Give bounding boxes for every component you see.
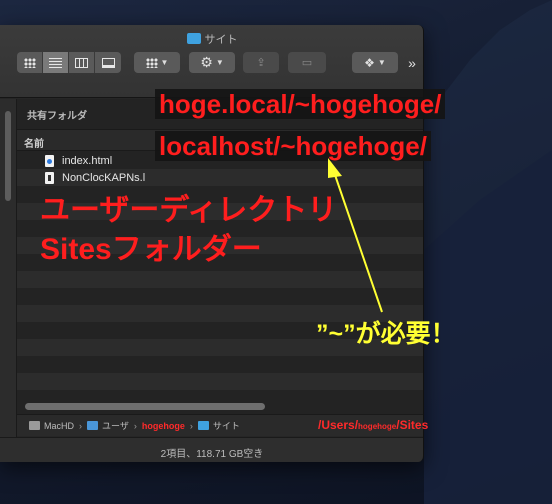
path-user: hogehoge (358, 422, 397, 431)
dropbox-icon: ❖ (364, 55, 375, 70)
path-suffix: /Sites (396, 418, 429, 432)
chevron-down-icon: ▼ (377, 58, 386, 67)
path-separator: › (79, 420, 83, 431)
user-directory-label: ユーザーディレクトリ (40, 194, 338, 227)
tag-icon: ▭ (301, 57, 313, 69)
column-view-button[interactable] (69, 52, 95, 73)
horizontal-scrollbar[interactable] (25, 403, 265, 410)
chevron-down-icon: ▼ (215, 58, 224, 67)
path-separator: › (189, 420, 193, 431)
sites-folder-label: Sitesフォルダー (40, 233, 262, 266)
toolbar: サイト ▼ ⚙ ▼ ⇪ ▭ ❖ ▼ » (0, 25, 423, 98)
gallery-view-button[interactable] (95, 52, 121, 73)
status-text: 2項目、118.71 GB空き (160, 449, 264, 460)
more-icon: » (408, 54, 416, 71)
tags-button[interactable]: ▭ (288, 52, 326, 73)
action-button[interactable]: ⚙ ▼ (189, 52, 235, 73)
path-item-label: ユーザ (102, 421, 129, 431)
sidebar (0, 99, 17, 440)
path-item-users[interactable]: ユーザ (87, 419, 129, 432)
file-rows: index.html NonClocKAPNs.l (17, 152, 423, 407)
path-item-machd[interactable]: MacHD (29, 421, 74, 431)
icon-view-button[interactable] (17, 52, 43, 73)
empty-row (17, 288, 423, 305)
empty-row (17, 373, 423, 390)
tilde-required-note: ”~”が必要！ (316, 320, 456, 348)
disk-icon (29, 421, 40, 430)
path-item-label: MacHD (44, 420, 75, 431)
grid-icon (23, 57, 36, 68)
html-file-icon (45, 154, 54, 167)
view-mode-control (17, 52, 121, 73)
group-button[interactable]: ▼ (134, 52, 180, 73)
sidebar-scrollbar[interactable] (5, 111, 11, 201)
window-title-label: サイト (204, 34, 238, 46)
chevron-down-icon: ▼ (160, 58, 169, 67)
dropbox-button[interactable]: ❖ ▼ (352, 52, 398, 73)
group-icon (145, 57, 158, 68)
url-annotation-line1: hoge.local/~hogehoge/ (155, 89, 446, 119)
list-item[interactable]: NonClocKAPNs.l (17, 169, 423, 186)
columns-icon (75, 57, 88, 68)
url-annotation-line2: localhost/~hogehoge/ (155, 131, 431, 161)
path-prefix: /Users/ (318, 418, 359, 432)
window-title: サイト (0, 31, 423, 47)
sites-path-annotation: /Users/hogehoge/Sites (318, 418, 428, 432)
path-item-label: hogehoge (141, 420, 185, 431)
gear-icon: ⚙ (200, 54, 213, 70)
share-icon: ⇪ (256, 57, 266, 69)
binary-file-icon (45, 171, 54, 184)
file-name: index.html (62, 154, 113, 167)
gallery-icon (101, 57, 115, 68)
folder-icon (186, 33, 201, 44)
list-view-button[interactable] (43, 52, 69, 73)
path-item-site[interactable]: サイト (197, 419, 240, 432)
toolbar-overflow-button[interactable]: » (403, 52, 421, 73)
status-bar: 2項目、118.71 GB空き (0, 437, 423, 462)
share-button[interactable]: ⇪ (243, 52, 279, 73)
path-separator: › (133, 420, 137, 431)
home-folder-icon (87, 421, 99, 430)
empty-row (17, 271, 423, 288)
folder-icon (197, 421, 209, 430)
empty-row (17, 356, 423, 373)
path-item-label: サイト (212, 421, 240, 431)
file-name: NonClocKAPNs.l (62, 171, 146, 184)
name-column-label: 名前 (24, 139, 44, 150)
list-icon (49, 57, 62, 68)
path-item-user[interactable]: hogehoge (142, 421, 185, 431)
